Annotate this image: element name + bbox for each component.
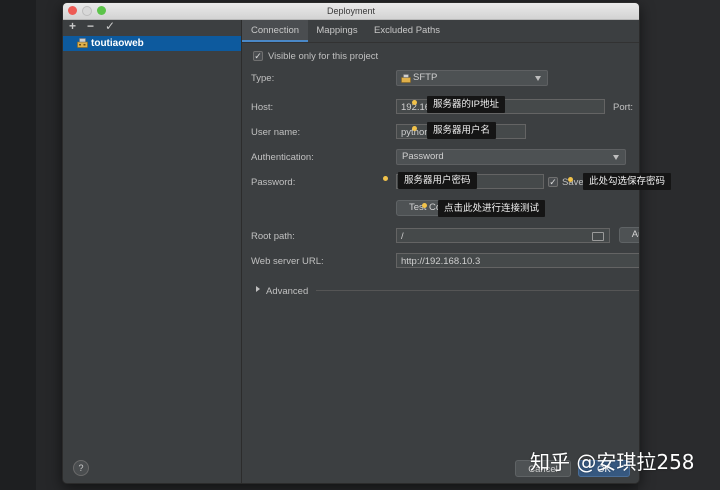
annotation-dot-password — [383, 176, 388, 181]
web-server-url-value: http://192.168.10.3 — [401, 256, 481, 267]
add-server-button[interactable]: + — [69, 19, 76, 33]
type-select[interactable]: SFTP — [396, 70, 548, 86]
server-list-toolbar: + − ✓ — [63, 19, 241, 34]
annotation-dot-host — [412, 100, 417, 105]
authentication-value: Password — [402, 151, 444, 162]
port-label: Port: — [613, 102, 634, 113]
deployment-dialog: Deployment + − ✓ toutiaoweb ? Connection… — [62, 2, 640, 484]
background-right — [638, 0, 720, 490]
authentication-label: Authentication: — [251, 152, 314, 163]
minimize-window-button[interactable] — [82, 6, 92, 16]
zoom-window-button[interactable] — [97, 6, 106, 15]
tab-excluded-paths[interactable]: Excluded Paths — [366, 20, 448, 42]
advanced-divider — [316, 290, 639, 291]
save-password-checkbox[interactable]: ✓ — [548, 177, 558, 187]
help-button[interactable]: ? — [73, 460, 89, 476]
server-item-label: toutiaoweb — [91, 38, 144, 49]
annotation-dot-user — [412, 126, 417, 131]
close-window-button[interactable] — [68, 6, 77, 15]
host-label: Host: — [251, 102, 274, 113]
root-path-label: Root path: — [251, 231, 295, 242]
annotation-dot-test — [422, 203, 427, 208]
connection-panel: Connection Mappings Excluded Paths ✓ Vis… — [242, 20, 639, 483]
chevron-right-icon[interactable] — [256, 286, 260, 292]
tab-bar: Connection Mappings Excluded Paths — [242, 20, 639, 43]
type-value: SFTP — [413, 72, 438, 83]
password-label: Password: — [251, 177, 296, 188]
server-icon — [77, 38, 88, 48]
apply-default-button[interactable]: ✓ — [105, 19, 115, 33]
background-left — [0, 0, 36, 490]
annotation-dot-save — [568, 177, 573, 182]
visible-only-label: Visible only for this project — [268, 51, 379, 62]
server-list-panel: + − ✓ toutiaoweb ? — [63, 19, 242, 483]
authentication-select[interactable]: Password — [396, 149, 626, 165]
web-server-url-label: Web server URL: — [251, 256, 324, 267]
root-path-input[interactable]: / — [396, 228, 610, 243]
autodetect-button[interactable]: Autodetect — [619, 227, 639, 243]
type-label: Type: — [251, 73, 275, 84]
remove-server-button[interactable]: − — [87, 19, 94, 33]
callout-host: 服务器的IP地址 — [427, 96, 505, 113]
user-name-label: User name: — [251, 127, 301, 138]
callout-user: 服务器用户名 — [427, 122, 497, 139]
callout-test: 点击此处进行连接测试 — [438, 200, 546, 217]
watermark: 知乎 @安琪拉258 — [530, 450, 695, 474]
chevron-down-icon — [535, 76, 541, 81]
callout-save: 此处勾选保存密码 — [583, 173, 672, 190]
visible-only-checkbox[interactable]: ✓ — [253, 51, 263, 61]
chevron-down-icon — [613, 155, 619, 160]
sftp-icon — [401, 74, 411, 83]
callout-password: 服务器用户密码 — [398, 172, 477, 189]
web-server-url-input[interactable]: http://192.168.10.3 — [396, 253, 639, 268]
root-path-value: / — [401, 231, 404, 242]
title-bar: Deployment — [63, 3, 639, 20]
server-item-toutiaoweb[interactable]: toutiaoweb — [63, 36, 241, 51]
folder-icon[interactable] — [592, 232, 604, 241]
advanced-toggle[interactable]: Advanced — [266, 286, 308, 297]
window-title: Deployment — [326, 6, 376, 16]
tab-connection[interactable]: Connection — [242, 20, 308, 42]
tab-mappings[interactable]: Mappings — [308, 20, 366, 42]
